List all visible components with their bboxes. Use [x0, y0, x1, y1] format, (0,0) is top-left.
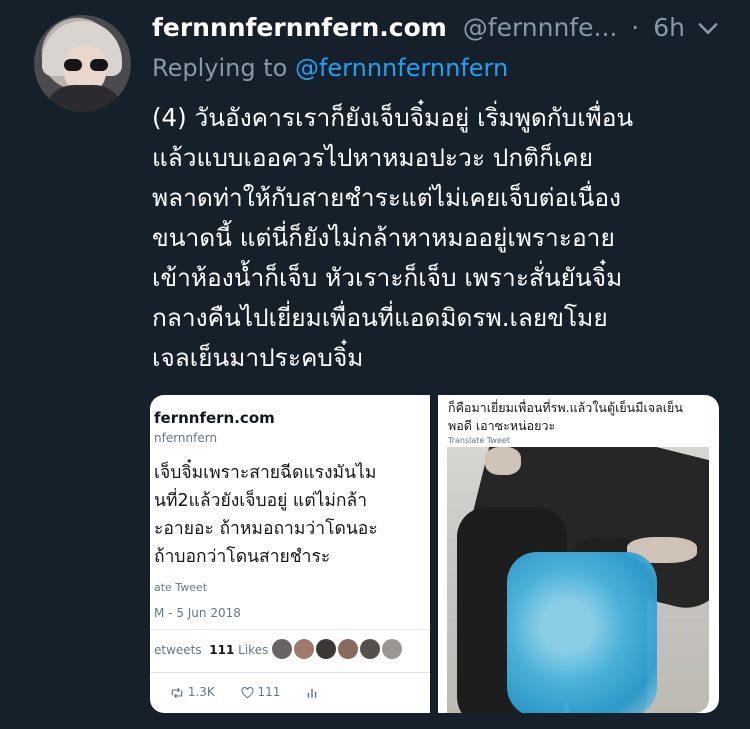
replying-mention-link[interactable]: @fernnnfernnfern: [295, 54, 508, 82]
tweet-body-line: เจลเย็นมาประคบจิ๋ม: [152, 343, 364, 372]
embedded-text-line: นที่2แล้วยังเจ็บอยู่ แต่ไม่กล้า: [154, 491, 368, 511]
embedded-display-name: fernnfern.com: [154, 409, 275, 427]
divider: [150, 672, 430, 673]
tweet-body-line: พลาดท่าให้กับสายชำระแต่ไม่เคยเจ็บต่อเนื่…: [152, 183, 622, 212]
photo-caption: ก็คือมาเยี่ยมเพื่อนที่รพ.แล้วในตู้เย็นมี…: [448, 399, 714, 435]
embedded-text-line: ถ้าบอกว่าโดนสายชำระ: [154, 547, 331, 567]
photo-jeans-rip: [485, 447, 521, 475]
retweet-action: 1.3K: [170, 685, 215, 699]
likes-count: 111: [209, 643, 235, 657]
avatar: [338, 639, 358, 659]
photo-legs-with-ice-pack: [447, 447, 709, 713]
tweet-body-line: (4) วันอังคารเราก็ยังเจ็บจิ๋มอยู่ เริ่มพ…: [152, 103, 634, 132]
avatar: [382, 639, 402, 659]
heart-icon: [241, 686, 254, 699]
replying-to-line: Replying to @fernnnfernnfern: [152, 50, 508, 86]
embedded-handle: nfernnfern: [154, 431, 218, 445]
embedded-tweet-text: เจ็บจิ๋มเพราะสายฉีดแรงมันไม นที่2แล้วยัง…: [154, 459, 430, 571]
user-handle[interactable]: @fernnnfe...: [463, 13, 618, 42]
replying-label: Replying to: [152, 54, 288, 82]
photo-ice-pack: [507, 552, 657, 713]
tweet-body-line: แล้วแบบเออควรไปหาหมอปะวะ ปกติก็เคย: [152, 143, 594, 172]
avatar: [272, 639, 292, 659]
tweet-body-line: ขนาดนี้ แต่นี่ก็ยังไม่กล้าหาหมออยู่เพราะ…: [152, 223, 615, 252]
embedded-text-line: ะอายอะ ถ้าหมอถามว่าโดนอะ: [154, 519, 378, 539]
analytics-icon: [307, 688, 317, 698]
avatar-shirt: [44, 85, 124, 112]
photo-translate-label: Translate Tweet: [448, 436, 510, 445]
divider: [150, 629, 430, 630]
embedded-stats: etweets 111 Likes: [154, 643, 268, 657]
tweet-body-line: เข้าห้องน้ำก็เจ็บ หัวเราะก็เจ็บ เพราะสั่…: [152, 263, 623, 292]
embedded-date: M - 5 Jun 2018: [154, 606, 241, 620]
reply-count: 1.3K: [187, 685, 215, 699]
avatar: [316, 639, 336, 659]
chevron-down-icon[interactable]: [694, 14, 722, 42]
separator-dot: ·: [631, 13, 640, 42]
like-count: 111: [257, 685, 281, 699]
avatar[interactable]: [34, 15, 131, 112]
avatar: [294, 639, 314, 659]
display-name[interactable]: fernnnfernnfern.com: [152, 13, 447, 42]
tweet-time[interactable]: 6h: [653, 13, 685, 42]
retweets-label: etweets: [154, 643, 202, 657]
retweet-icon: [171, 687, 183, 698]
tweet-body: (4) วันอังคารเราก็ยังเจ็บจิ๋มอยู่ เริ่มพ…: [152, 98, 732, 378]
stats-action: [306, 685, 318, 699]
liker-avatars: [272, 637, 430, 663]
media-image-photo[interactable]: ก็คือมาเยี่ยมเพื่อนที่รพ.แล้วในตู้เย็นมี…: [438, 395, 719, 713]
embedded-translate-link: ate Tweet: [154, 581, 208, 594]
avatar: [360, 639, 380, 659]
avatar-sunglasses: [64, 59, 108, 71]
tweet-header: fernnnfernnfern.com @fernnnfe... · 6h: [152, 10, 732, 46]
media-image-tweet-screenshot[interactable]: fernnfern.com nfernnfern เจ็บจิ๋มเพราะสา…: [150, 395, 430, 713]
embedded-text-line: เจ็บจิ๋มเพราะสายฉีดแรงมันไม: [154, 463, 377, 483]
tweet-body-line: กลางคืนไปเยี่ยมเพื่อนที่แอดมิดรพ.เลยขโมย: [152, 303, 608, 332]
likes-label: Likes: [238, 643, 269, 657]
embedded-actions: 1.3K 111: [170, 685, 340, 699]
caption-line: พอดี เอาซะหน่อยวะ: [448, 418, 556, 433]
caption-line: ก็คือมาเยี่ยมเพื่อนที่รพ.แล้วในตู้เย็นมี…: [448, 400, 683, 415]
like-action: 111: [241, 685, 281, 699]
